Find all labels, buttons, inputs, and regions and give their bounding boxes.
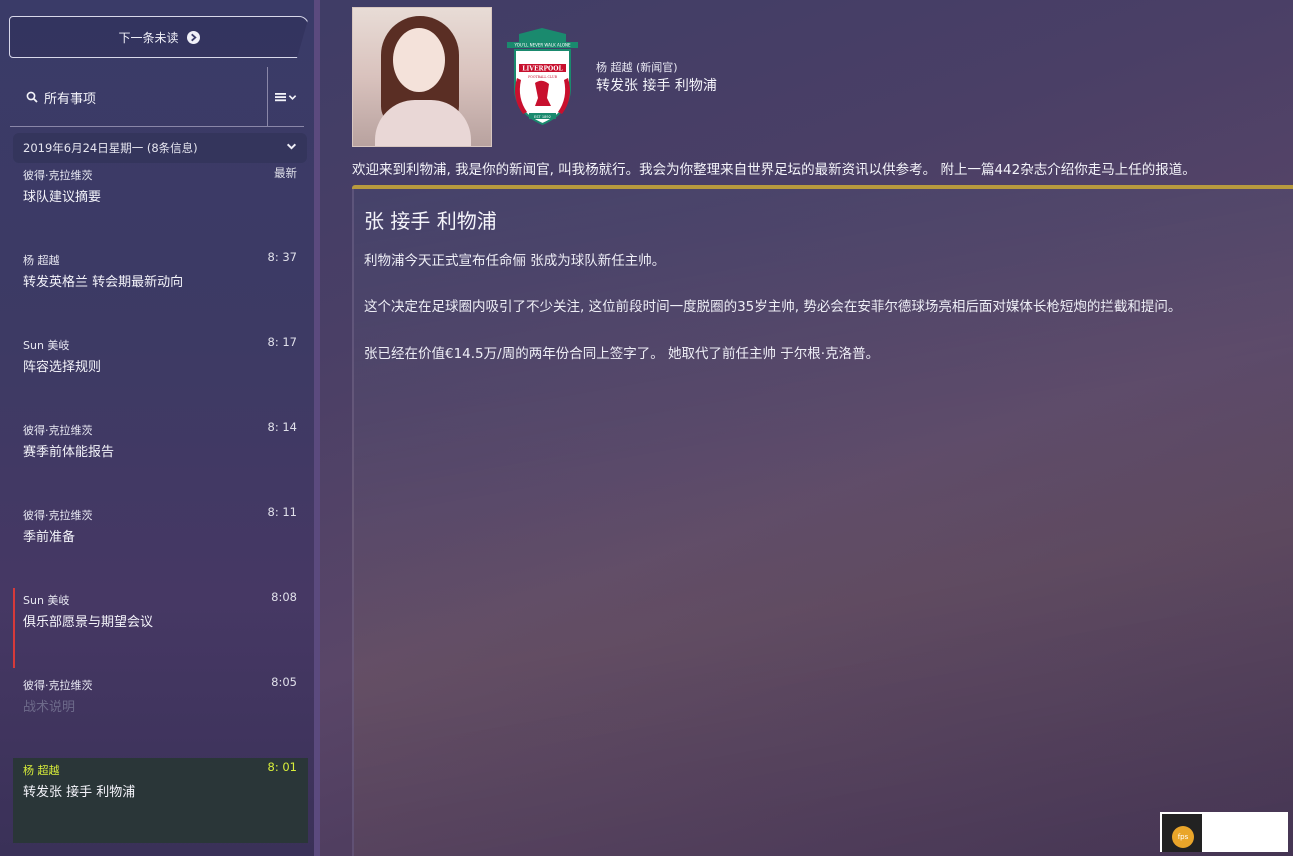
message-subject: 战术说明 xyxy=(23,700,76,715)
avatar-face xyxy=(393,28,445,92)
list-item-selected[interactable]: 杨 超越 8: 01 转发张 接手 利物浦 xyxy=(13,758,308,843)
filter-menu-button[interactable] xyxy=(268,67,304,127)
list-item[interactable]: Sun 美岐 8:08 俱乐部愿景与期望会议 xyxy=(13,588,308,673)
inbox-filter-row: 所有事项 xyxy=(10,67,304,127)
next-unread-button[interactable]: 下一条未读 xyxy=(9,16,309,58)
message-subject: 球队建议摘要 xyxy=(23,190,102,205)
message-sender: 彼得·克拉维茨 xyxy=(23,679,93,692)
list-item[interactable]: 彼得·克拉维茨 8:05 战术说明 xyxy=(13,673,308,758)
list-item[interactable]: 杨 超越 8: 37 转发英格兰 转会期最新动向 xyxy=(13,248,308,333)
message-time: 8:08 xyxy=(271,590,297,604)
message-sender: 彼得·克拉维茨 xyxy=(23,509,93,522)
list-item[interactable]: 彼得·克拉维茨 8: 11 季前准备 xyxy=(13,503,308,588)
liverpool-crest-icon: YOU'LL NEVER WALK ALONE LIVERPOOL FOOTBA… xyxy=(507,28,578,126)
news-article: 张 接手 利物浦 利物浦今天正式宣布任命俪 张成为球队新任主帅。 这个决定在足球… xyxy=(352,189,1293,856)
crest-motto: YOU'LL NEVER WALK ALONE xyxy=(513,43,571,48)
crest-name: LIVERPOOL xyxy=(522,66,563,73)
filter-all-items[interactable]: 所有事项 xyxy=(10,67,267,127)
chevron-right-icon xyxy=(186,30,200,44)
date-group-header[interactable]: 2019年6月24日星期一 (8条信息) xyxy=(13,133,307,163)
message-subject: 季前准备 xyxy=(23,530,76,545)
message-subject: 赛季前体能报告 xyxy=(23,445,115,460)
list-item[interactable]: 彼得·克拉维茨 8: 14 赛季前体能报告 xyxy=(13,418,308,503)
message-sender: 杨 超越 xyxy=(23,764,60,777)
message-sender: 彼得·克拉维茨 xyxy=(23,424,93,437)
crest-est: EST 1892 xyxy=(534,115,551,119)
message-time: 最新 xyxy=(274,166,297,180)
message-time: 8: 01 xyxy=(267,760,297,774)
message-sender: 彼得·克拉维茨 xyxy=(23,169,93,182)
message-header-sender: 杨 超越 (新闻官) xyxy=(596,61,678,74)
message-subject: 俱乐部愿景与期望会议 xyxy=(23,615,154,630)
message-time: 8: 37 xyxy=(267,250,297,264)
chevron-down-icon xyxy=(288,94,297,100)
fps-overlay-icon: fps xyxy=(1162,814,1202,852)
sender-avatar xyxy=(352,7,492,147)
message-time: 8:05 xyxy=(271,675,297,689)
message-sender: Sun 美岐 xyxy=(23,594,70,607)
article-title: 张 接手 利物浦 xyxy=(364,209,497,233)
filter-label: 所有事项 xyxy=(44,91,97,107)
message-time: 8: 17 xyxy=(267,335,297,349)
chevron-down-icon xyxy=(286,143,297,150)
article-paragraph: 这个决定在足球圈内吸引了不少关注, 这位前段时间一度脱圈的35岁主帅, 势必会在… xyxy=(364,299,1182,315)
date-group-label: 2019年6月24日星期一 (8条信息) xyxy=(23,141,198,155)
fps-badge: fps xyxy=(1172,826,1194,848)
message-time: 8: 14 xyxy=(267,420,297,434)
article-paragraph: 张已经在价值€14.5万/周的两年份合同上签字了。 她取代了前任主帅 于尔根·克… xyxy=(364,346,880,362)
message-subject: 转发张 接手 利物浦 xyxy=(23,785,136,800)
message-time: 8: 11 xyxy=(267,505,297,519)
article-paragraph: 利物浦今天正式宣布任命俪 张成为球队新任主帅。 xyxy=(364,253,666,269)
message-subject: 阵容选择规则 xyxy=(23,360,102,375)
message-subject: 转发英格兰 转会期最新动向 xyxy=(23,275,184,290)
message-intro: 欢迎来到利物浦, 我是你的新闻官, 叫我杨就行。我会为你整理来自世界足坛的最新资… xyxy=(352,162,1196,178)
menu-icon xyxy=(275,93,286,102)
search-icon xyxy=(26,91,38,103)
message-sender: 杨 超越 xyxy=(23,254,60,267)
crest-sub: FOOTBALL CLUB xyxy=(528,75,558,79)
message-view: YOU'LL NEVER WALK ALONE LIVERPOOL FOOTBA… xyxy=(340,0,1293,856)
list-item[interactable]: 彼得·克拉维茨 最新 球队建议摘要 xyxy=(13,163,308,248)
next-unread-label: 下一条未读 xyxy=(118,30,179,45)
list-item[interactable]: Sun 美岐 8: 17 阵容选择规则 xyxy=(13,333,308,418)
message-header-subject: 转发张 接手 利物浦 xyxy=(596,78,717,94)
inbox-sidebar: 下一条未读 所有事项 2019年6月24日星期一 (8条信息) 彼得·克拉维茨 … xyxy=(0,0,320,856)
message-sender: Sun 美岐 xyxy=(23,339,70,352)
